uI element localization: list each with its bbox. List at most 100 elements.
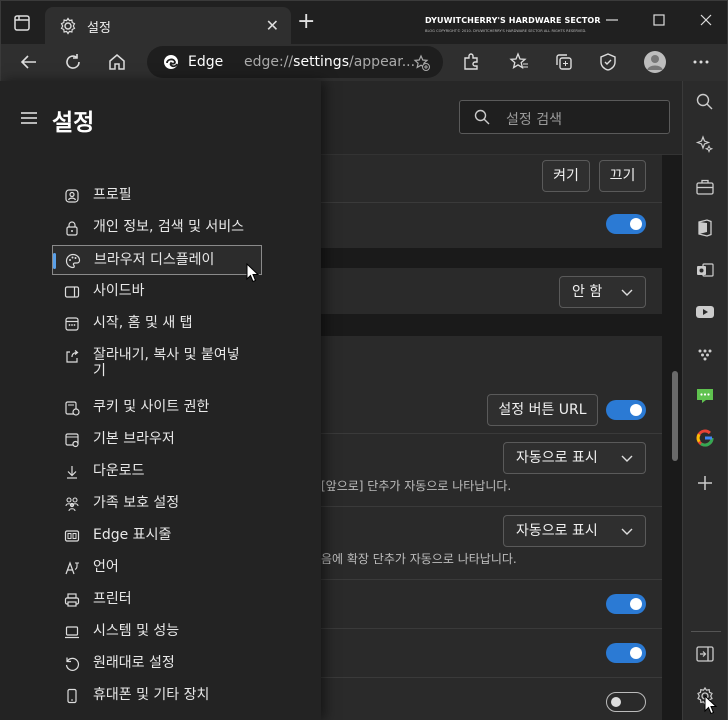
- office-icon[interactable]: [695, 218, 715, 238]
- home-icon[interactable]: [107, 52, 127, 72]
- dropdown-auto-show-2[interactable]: 자동으로 표시: [503, 515, 646, 547]
- toggle-switch-1[interactable]: [606, 214, 646, 234]
- back-icon[interactable]: [19, 52, 39, 72]
- tab-actions-icon[interactable]: [13, 14, 31, 32]
- hide-sidebar-icon[interactable]: [695, 644, 715, 664]
- search-icon[interactable]: [695, 92, 715, 112]
- edge-bar-icon: [64, 528, 80, 544]
- nav-item-phone-devices[interactable]: 휴대폰 및 기타 장치: [52, 681, 262, 711]
- toggle-switch-5[interactable]: [606, 692, 646, 712]
- more-options-icon[interactable]: [691, 52, 711, 72]
- row-divider: [321, 628, 662, 629]
- nav-item-label: 프린터: [93, 591, 132, 607]
- browser-toolbar: Edge edge://settings/appear...: [0, 44, 728, 81]
- nav-item-sidebar[interactable]: 사이드바: [52, 277, 262, 307]
- add-icon[interactable]: [695, 473, 715, 493]
- toggle-switch-2[interactable]: [606, 400, 646, 420]
- off-button[interactable]: 끄기: [599, 160, 646, 192]
- apps-icon[interactable]: [695, 344, 715, 364]
- nav-item-privacy[interactable]: 개인 정보, 검색 및 서비스: [52, 213, 262, 243]
- extensions-icon[interactable]: [461, 52, 481, 72]
- search-icon: [474, 109, 490, 125]
- nav-item-cookies[interactable]: 쿠키 및 사이트 권한: [52, 393, 262, 423]
- chevron-down-icon: [621, 286, 633, 298]
- nav-item-system[interactable]: 시스템 및 성능: [52, 617, 262, 647]
- hamburger-menu-icon[interactable]: [20, 111, 38, 125]
- language-icon: [64, 560, 80, 576]
- settings-search-input[interactable]: 설정 검색: [459, 100, 670, 134]
- setting-description-1: [앞으로] 단추가 자동으로 나타납니다.: [321, 479, 512, 493]
- youtube-icon[interactable]: [695, 302, 715, 322]
- settings-nav-panel: 설정 프로필 개인 정보, 검색 및 서비스 브라우저 디스플레이 사이드바 시…: [0, 81, 321, 720]
- nav-item-reset[interactable]: 원래대로 설정: [52, 649, 262, 679]
- toggle-switch-3[interactable]: [606, 594, 646, 614]
- nav-item-label: 시스템 및 성능: [93, 623, 180, 639]
- active-tab[interactable]: 설정 ✕: [45, 7, 291, 45]
- lock-icon: [64, 220, 80, 236]
- nav-item-edge-bar[interactable]: Edge 표시줄: [52, 521, 262, 551]
- nav-item-languages[interactable]: 언어: [52, 553, 262, 583]
- nav-item-default-browser[interactable]: 기본 브라우저: [52, 425, 262, 455]
- nav-item-label: 기본 브라우저: [93, 431, 175, 447]
- nav-item-appearance[interactable]: 브라우저 디스플레이: [52, 245, 262, 275]
- reset-icon: [64, 656, 80, 672]
- download-icon: [64, 464, 80, 480]
- nav-item-label: 언어: [93, 559, 119, 575]
- chevron-down-icon: [621, 525, 633, 537]
- profile-icon: [64, 188, 80, 204]
- nav-item-label: 시작, 홈 및 새 탭: [93, 315, 193, 331]
- favorites-icon[interactable]: [509, 52, 529, 72]
- toggle-switch-4[interactable]: [606, 643, 646, 663]
- google-icon[interactable]: [695, 428, 715, 448]
- dropdown-never[interactable]: 안 함: [559, 276, 646, 308]
- browser-essentials-icon[interactable]: [598, 52, 618, 72]
- nav-item-label: 브라우저 디스플레이: [94, 252, 215, 268]
- nav-item-label: 프로필: [93, 187, 132, 203]
- sidebar-icon: [64, 284, 80, 300]
- edge-sidebar: [682, 81, 728, 720]
- messenger-icon[interactable]: [695, 386, 715, 406]
- nav-item-label: 휴대폰 및 기타 장치: [93, 687, 210, 703]
- mouse-cursor-icon: [246, 263, 260, 283]
- tab-close-icon[interactable]: ✕: [266, 16, 279, 35]
- new-tab-button[interactable]: +: [297, 11, 315, 33]
- refresh-icon[interactable]: [63, 52, 83, 72]
- collections-icon[interactable]: [554, 52, 574, 72]
- address-bar[interactable]: Edge edge://settings/appear...: [147, 46, 443, 78]
- url-text[interactable]: edge://settings/appear...: [244, 54, 415, 70]
- nav-item-label: 가족 보호 설정: [93, 495, 180, 511]
- avatar[interactable]: [643, 50, 667, 74]
- close-button[interactable]: [699, 13, 713, 27]
- row-divider: [321, 579, 662, 580]
- dropdown-auto-show-1[interactable]: 자동으로 표시: [503, 442, 646, 474]
- nav-item-label: Edge 표시줄: [93, 527, 172, 543]
- dropdown-value: 자동으로 표시: [516, 450, 598, 466]
- maximize-button[interactable]: [652, 13, 666, 27]
- discover-icon[interactable]: [695, 134, 715, 154]
- cookie-icon: [64, 400, 80, 416]
- row-divider: [321, 506, 662, 507]
- tools-icon[interactable]: [695, 177, 715, 197]
- title-bar: 설정 ✕ + DYUWITCHERRY'S HARDWARE SECTOR BL…: [0, 0, 728, 45]
- nav-item-profile[interactable]: 프로필: [52, 181, 262, 211]
- nav-item-start-home[interactable]: 시작, 홈 및 새 탭: [52, 309, 262, 339]
- outlook-icon[interactable]: [695, 260, 715, 280]
- phone-icon: [64, 688, 80, 704]
- add-favorite-icon[interactable]: [413, 54, 431, 72]
- nav-item-label: 다운로드: [93, 463, 145, 479]
- dropdown-value: 자동으로 표시: [516, 523, 598, 539]
- nav-item-label-line2: 기: [93, 363, 106, 379]
- nav-item-family-safety[interactable]: 가족 보호 설정: [52, 489, 262, 519]
- content-scrollbar[interactable]: [672, 371, 678, 461]
- nav-item-downloads[interactable]: 다운로드: [52, 457, 262, 487]
- nav-item-printers[interactable]: 프린터: [52, 585, 262, 615]
- nav-item-share-copy-paste[interactable]: 잘라내기, 복사 및 붙여넣 기: [52, 341, 262, 387]
- row-divider: [321, 677, 662, 678]
- settings-button-url[interactable]: 설정 버튼 URL: [487, 394, 598, 426]
- mouse-cursor-icon-2: [704, 695, 718, 715]
- page-title: 설정: [52, 110, 95, 136]
- minimize-button[interactable]: [605, 13, 619, 27]
- brand-subtitle: BLOG COPYRIGHT© 2010. DYUWITCHERRY'S HAR…: [425, 29, 587, 33]
- on-button[interactable]: 켜기: [542, 160, 590, 192]
- nav-item-label: 개인 정보, 검색 및 서비스: [93, 219, 245, 235]
